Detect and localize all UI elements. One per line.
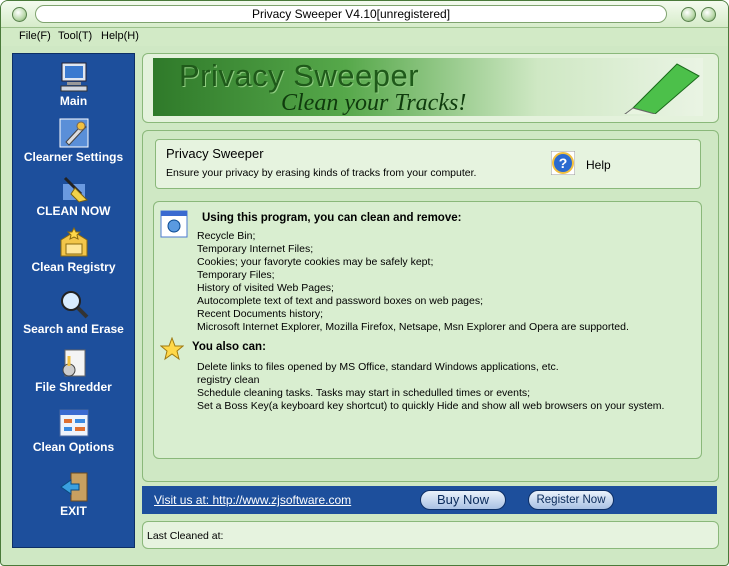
- minimize-button[interactable]: [681, 7, 696, 22]
- section-heading-also: You also can:: [192, 341, 266, 353]
- list-item: registry clean: [197, 374, 260, 386]
- banner-subtitle: Clean your Tracks!: [281, 90, 467, 116]
- list-item: Schedule cleaning tasks. Tasks may start…: [197, 387, 531, 399]
- shredder-icon: [62, 349, 85, 377]
- banner-image: Privacy Sweeper Clean your Tracks!: [153, 58, 703, 116]
- list-item: Temporary Internet Files;: [197, 243, 314, 255]
- title-bar[interactable]: Privacy Sweeper V4.10[unregistered]: [1, 1, 728, 28]
- content-box: Using this program, you can clean and re…: [153, 201, 702, 459]
- sidebar-item-clean-options[interactable]: Clean Options: [13, 406, 134, 454]
- sidebar-item-file-shredder[interactable]: File Shredder: [13, 346, 134, 394]
- menu-help[interactable]: Help(H): [101, 30, 139, 42]
- menu-file[interactable]: File(F): [19, 30, 51, 42]
- sidebar-item-label: Clean Registry: [31, 260, 116, 274]
- app-menu-icon[interactable]: [12, 7, 27, 22]
- list-item: Temporary Files;: [197, 269, 275, 281]
- banner-title: Privacy Sweeper: [179, 58, 420, 93]
- sidebar-item-exit[interactable]: EXIT: [13, 470, 134, 518]
- sidebar-item-label: Main: [59, 94, 88, 108]
- menu-bar: File(F) Tool(T) Help(H): [1, 28, 728, 46]
- list-item: Microsoft Internet Explorer, Mozilla Fir…: [197, 321, 629, 333]
- sidebar-item-label: EXIT: [60, 504, 87, 518]
- status-bar: Last Cleaned at:: [142, 521, 719, 549]
- sidebar-item-label: Clean Options: [32, 440, 115, 454]
- sidebar-item-clean-now[interactable]: CLEAN NOW: [13, 170, 134, 218]
- list-item: Cookies; your favoryte cookies may be sa…: [197, 256, 434, 268]
- banner: Privacy Sweeper Clean your Tracks!: [142, 53, 719, 123]
- star-icon: [160, 337, 184, 361]
- wrench-settings-icon: [59, 118, 88, 148]
- footer-bar: Visit us at: http://www.zjsoftware.com B…: [142, 486, 717, 514]
- info-title: Privacy Sweeper: [166, 146, 264, 161]
- sidebar-item-label: Search and Erase: [23, 322, 124, 336]
- options-icon: [59, 409, 88, 437]
- sidebar-item-search-erase[interactable]: Search and Erase: [13, 288, 134, 336]
- sidebar: Main Clearner Settings CLEAN NOW Clean R…: [12, 53, 135, 548]
- magnifier-icon: [60, 291, 88, 319]
- eraser-icon: [624, 63, 700, 114]
- broom-icon: [62, 176, 88, 203]
- computer-icon: [60, 62, 87, 92]
- exit-door-icon: [59, 472, 87, 502]
- close-button[interactable]: [701, 7, 716, 22]
- help-link[interactable]: Help: [586, 158, 611, 172]
- info-box: Privacy Sweeper Ensure your privacy by e…: [155, 139, 701, 189]
- last-cleaned-label: Last Cleaned at:: [147, 530, 224, 542]
- register-now-button[interactable]: Register Now: [528, 490, 614, 510]
- sidebar-item-cleaner-settings[interactable]: Clearner Settings: [13, 116, 134, 164]
- list-item: Delete links to files opened by MS Offic…: [197, 361, 559, 373]
- app-window: Privacy Sweeper V4.10[unregistered] File…: [0, 0, 729, 566]
- section-heading-clean: Using this program, you can clean and re…: [202, 212, 462, 224]
- buy-now-button[interactable]: Buy Now: [420, 490, 506, 510]
- sidebar-item-label: File Shredder: [35, 380, 112, 394]
- sidebar-item-label: Clearner Settings: [23, 150, 124, 164]
- list-item: Autocomplete text of text and password b…: [197, 295, 484, 307]
- website-link[interactable]: Visit us at: http://www.zjsoftware.com: [154, 493, 351, 507]
- svg-text:?: ?: [559, 155, 568, 171]
- menu-tool[interactable]: Tool(T): [58, 30, 92, 42]
- info-card-icon: [160, 210, 188, 238]
- list-item: Recent Documents history;: [197, 308, 324, 320]
- info-description: Ensure your privacy by erasing kinds of …: [166, 167, 477, 179]
- window-title: Privacy Sweeper V4.10[unregistered]: [35, 5, 667, 23]
- list-item: Recycle Bin;: [197, 230, 256, 242]
- list-item: History of visited Web Pages;: [197, 282, 334, 294]
- sidebar-item-clean-registry[interactable]: Clean Registry: [13, 226, 134, 274]
- sidebar-item-main[interactable]: Main: [13, 60, 134, 108]
- registry-icon: [60, 226, 87, 257]
- list-item: Set a Boss Key(a keyboard key shortcut) …: [197, 400, 665, 412]
- help-icon[interactable]: ?: [551, 151, 575, 175]
- main-panel: Privacy Sweeper Ensure your privacy by e…: [142, 130, 719, 482]
- sidebar-item-label: CLEAN NOW: [36, 204, 111, 218]
